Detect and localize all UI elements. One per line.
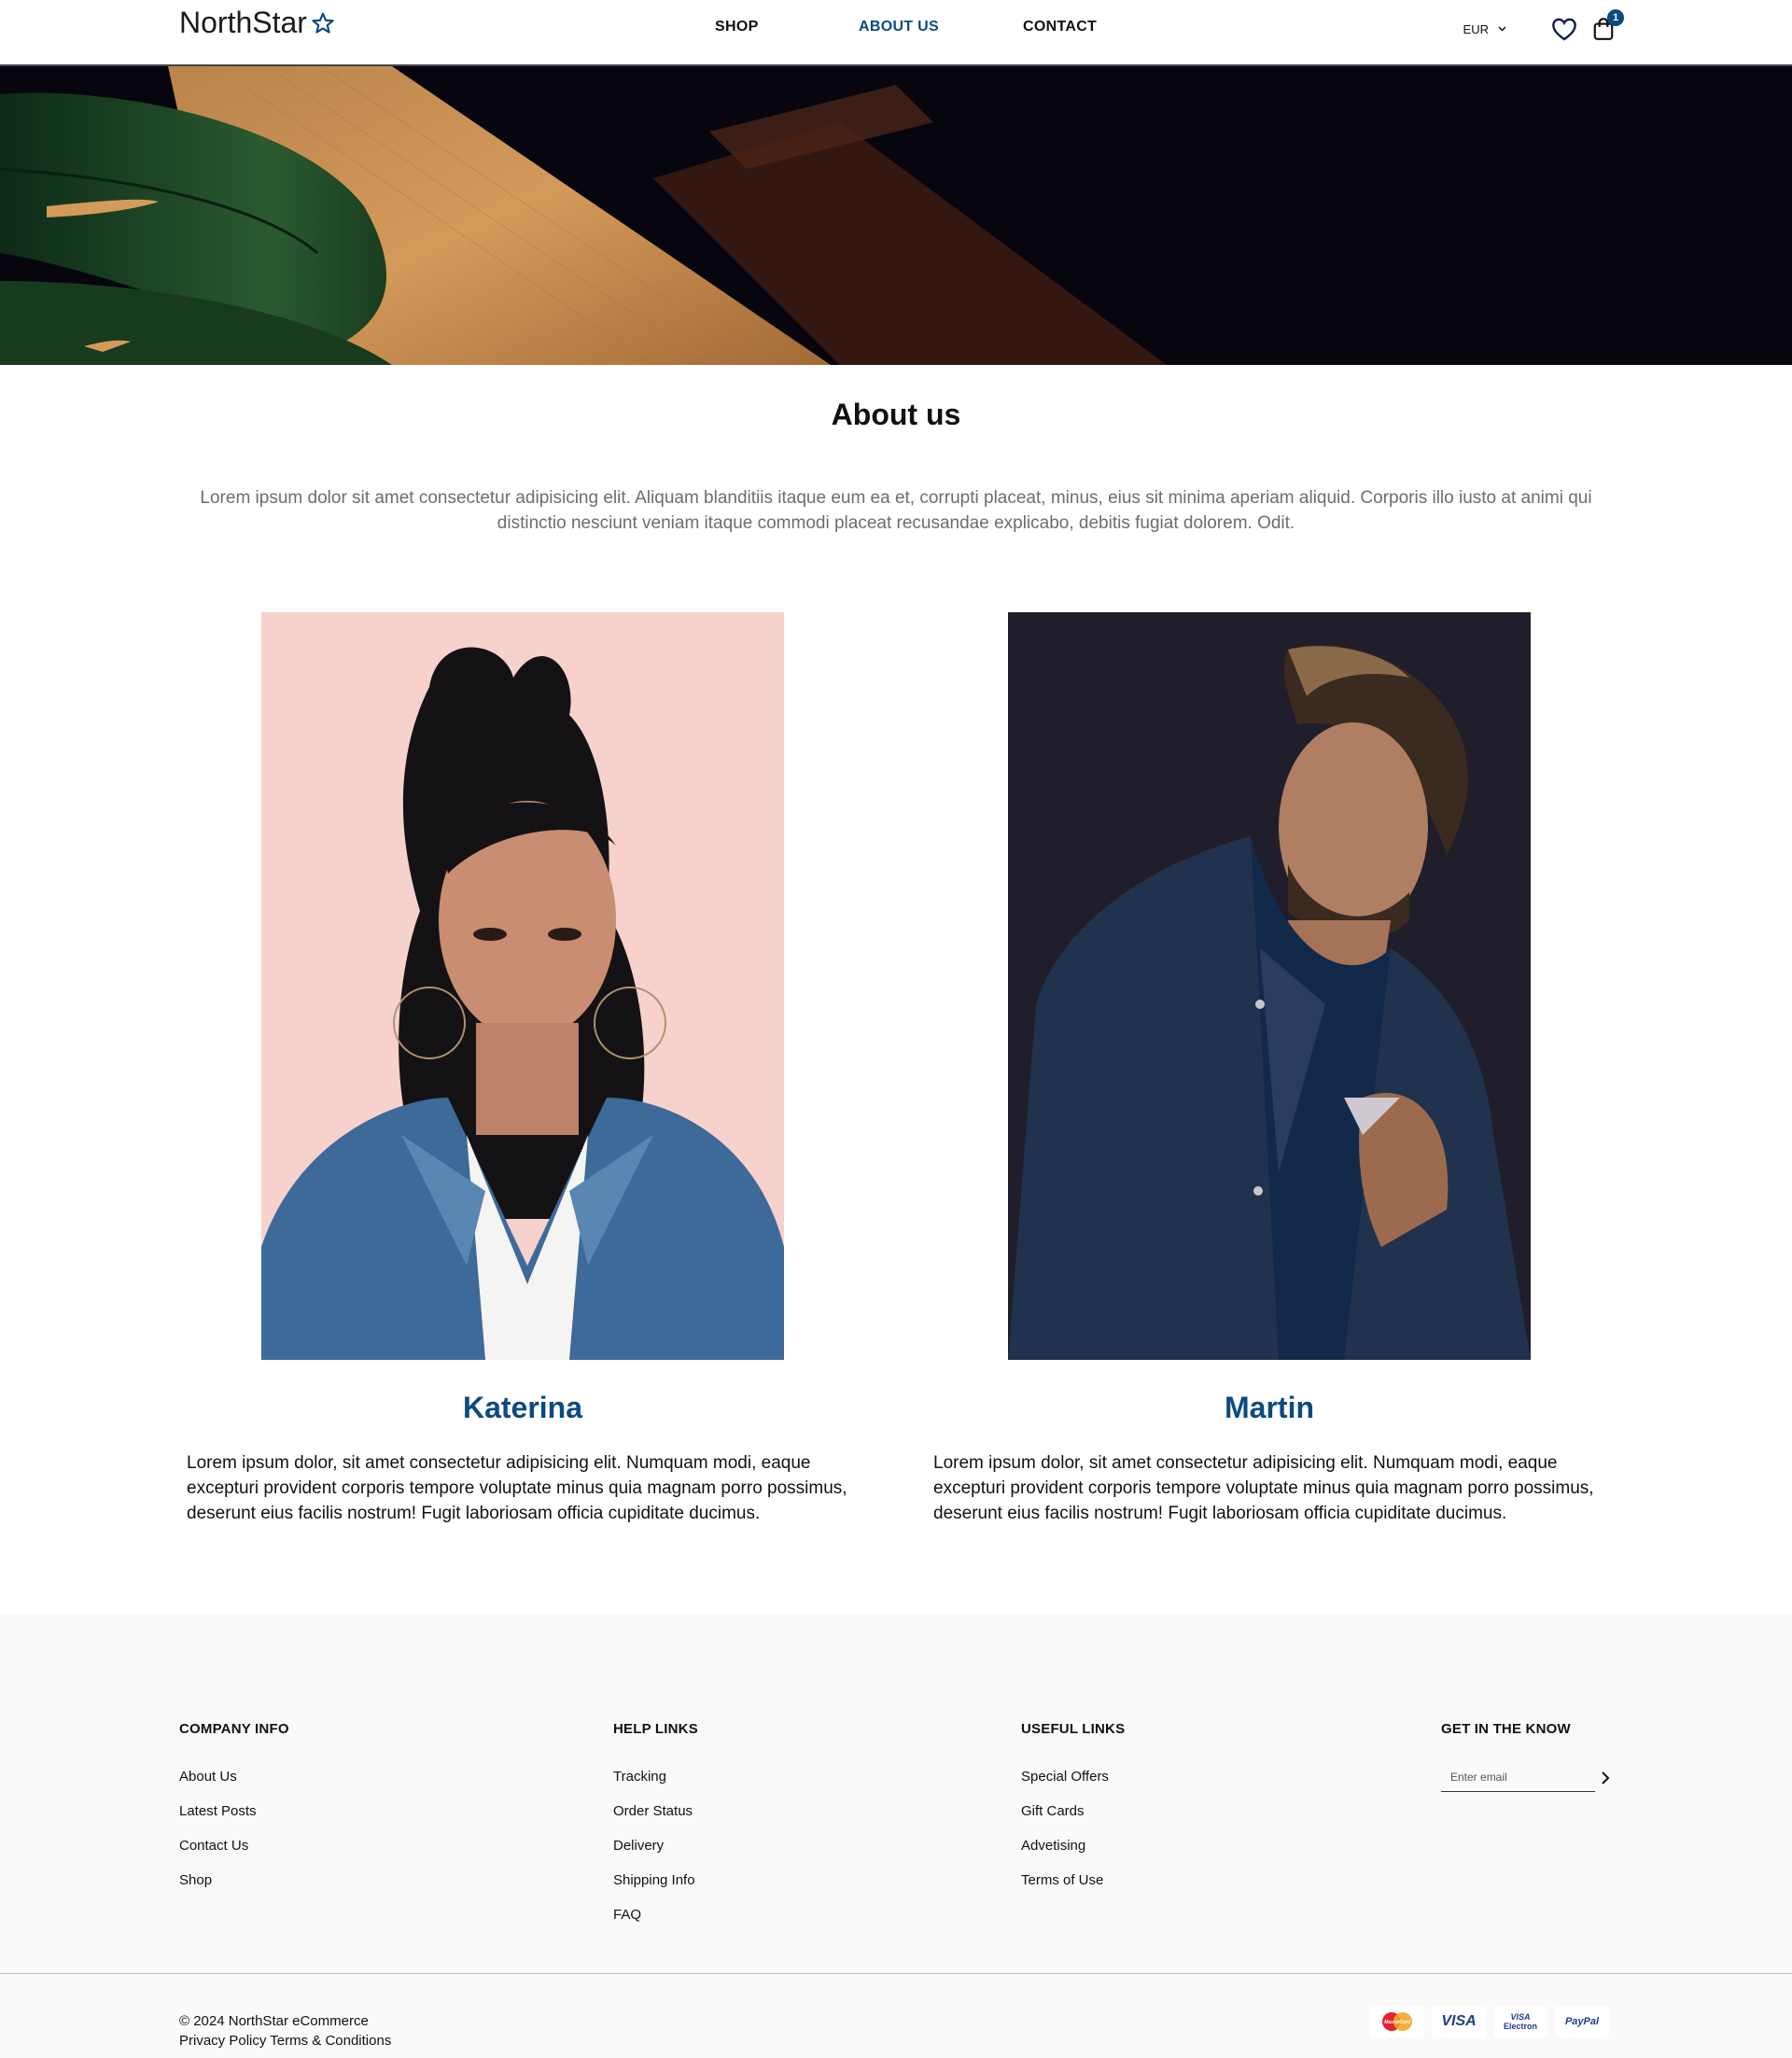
visa-electron-bottom: Electron [1503, 2022, 1537, 2031]
team-member-name: Katerina [462, 1391, 583, 1424]
team-member-name: Martin [1225, 1391, 1314, 1424]
team-member-bio: Lorem ipsum dolor, sit amet consectetur … [187, 1453, 847, 1523]
footer-heading: GET IN THE KNOW [1441, 1721, 1571, 1737]
footer-company-info: COMPANY INFO About Us Latest Posts Conta… [179, 1721, 289, 1907]
paypal-label: PayPal [1564, 2016, 1600, 2027]
cart-button[interactable]: 1 [1592, 9, 1624, 41]
footer-heading: COMPANY INFO [179, 1721, 289, 1737]
footer-link-tracking[interactable]: Tracking [613, 1769, 698, 1785]
wishlist-button[interactable] [1551, 17, 1577, 41]
page-title: About us [831, 398, 961, 431]
footer-link-advertising[interactable]: Advetising [1021, 1838, 1125, 1855]
footer-link-order-status[interactable]: Order Status [613, 1803, 698, 1820]
portrait-martin-image [1008, 612, 1531, 1360]
hero-image [0, 66, 1792, 365]
paypal-icon: PayPal [1555, 2006, 1609, 2037]
footer-link-delivery[interactable]: Delivery [613, 1838, 698, 1855]
mastercard-icon: MasterCard [1370, 2006, 1424, 2037]
newsletter-email-input[interactable] [1441, 1763, 1595, 1792]
chevron-down-icon [1498, 24, 1506, 35]
site-footer: COMPANY INFO About Us Latest Posts Conta… [0, 1615, 1792, 1973]
footer-link-about-us[interactable]: About Us [179, 1769, 289, 1785]
heart-icon [1552, 18, 1576, 41]
copyright-block: © 2024 NorthStar eCommerce Privacy Polic… [179, 2011, 391, 2051]
newsletter-submit-button[interactable] [1601, 1771, 1610, 1785]
footer-help-links: HELP LINKS Tracking Order Status Deliver… [613, 1721, 698, 1941]
terms-conditions-link[interactable]: Terms & Conditions [270, 2033, 391, 2049]
footer-useful-links: USEFUL LINKS Special Offers Gift Cards A… [1021, 1721, 1125, 1907]
cart-count-badge: 1 [1607, 9, 1624, 26]
nav-shop[interactable]: SHOP [715, 19, 759, 35]
currency-select[interactable]: EUR [1463, 22, 1506, 36]
footer-heading: USEFUL LINKS [1021, 1721, 1126, 1737]
currency-value: EUR [1463, 21, 1489, 36]
footer-link-terms-of-use[interactable]: Terms of Use [1021, 1872, 1125, 1889]
privacy-policy-link[interactable]: Privacy Policy [179, 2033, 266, 2049]
team-member-bio: Lorem ipsum dolor, sit amet consectetur … [933, 1453, 1594, 1523]
legal-links: Privacy Policy Terms & Conditions [179, 2031, 391, 2051]
team-member-photo [261, 612, 784, 1360]
footer-link-shipping-info[interactable]: Shipping Info [613, 1872, 698, 1889]
visa-label: VISA [1441, 2013, 1477, 2029]
footer-heading: HELP LINKS [613, 1721, 698, 1737]
payment-methods: MasterCard VISA VISA Electron PayPal [1363, 2006, 1609, 2037]
site-header: NorthStar SHOP ABOUT US CONTACT EUR 1 [0, 0, 1792, 66]
about-description: Lorem ipsum dolor sit amet consectetur a… [200, 488, 1592, 533]
footer-link-gift-cards[interactable]: Gift Cards [1021, 1803, 1125, 1820]
footer-link-contact-us[interactable]: Contact Us [179, 1838, 289, 1855]
footer-link-latest-posts[interactable]: Latest Posts [179, 1803, 289, 1820]
chevron-right-icon [1602, 1771, 1610, 1785]
footer-newsletter: GET IN THE KNOW [1441, 1721, 1610, 1792]
nav-about-us[interactable]: ABOUT US [859, 19, 939, 35]
visa-electron-top: VISA [1510, 2012, 1531, 2022]
newsletter-form [1441, 1763, 1610, 1792]
nav-contact[interactable]: CONTACT [1023, 19, 1097, 35]
visa-icon: VISA [1432, 2006, 1486, 2037]
footer-link-special-offers[interactable]: Special Offers [1021, 1769, 1125, 1785]
visa-electron-icon: VISA Electron [1493, 2006, 1547, 2037]
mastercard-label: MasterCard [1384, 2020, 1410, 2025]
copyright-text: © 2024 NorthStar eCommerce [179, 2013, 369, 2029]
footer-link-shop[interactable]: Shop [179, 1872, 289, 1889]
team-member-photo [1008, 612, 1531, 1360]
hero-banner [0, 66, 1792, 365]
portrait-katerina-image [261, 612, 784, 1360]
header-actions: EUR 1 [1463, 9, 1624, 41]
footer-bottom-bar: © 2024 NorthStar eCommerce Privacy Polic… [0, 1973, 1792, 2058]
footer-link-faq[interactable]: FAQ [613, 1907, 698, 1924]
